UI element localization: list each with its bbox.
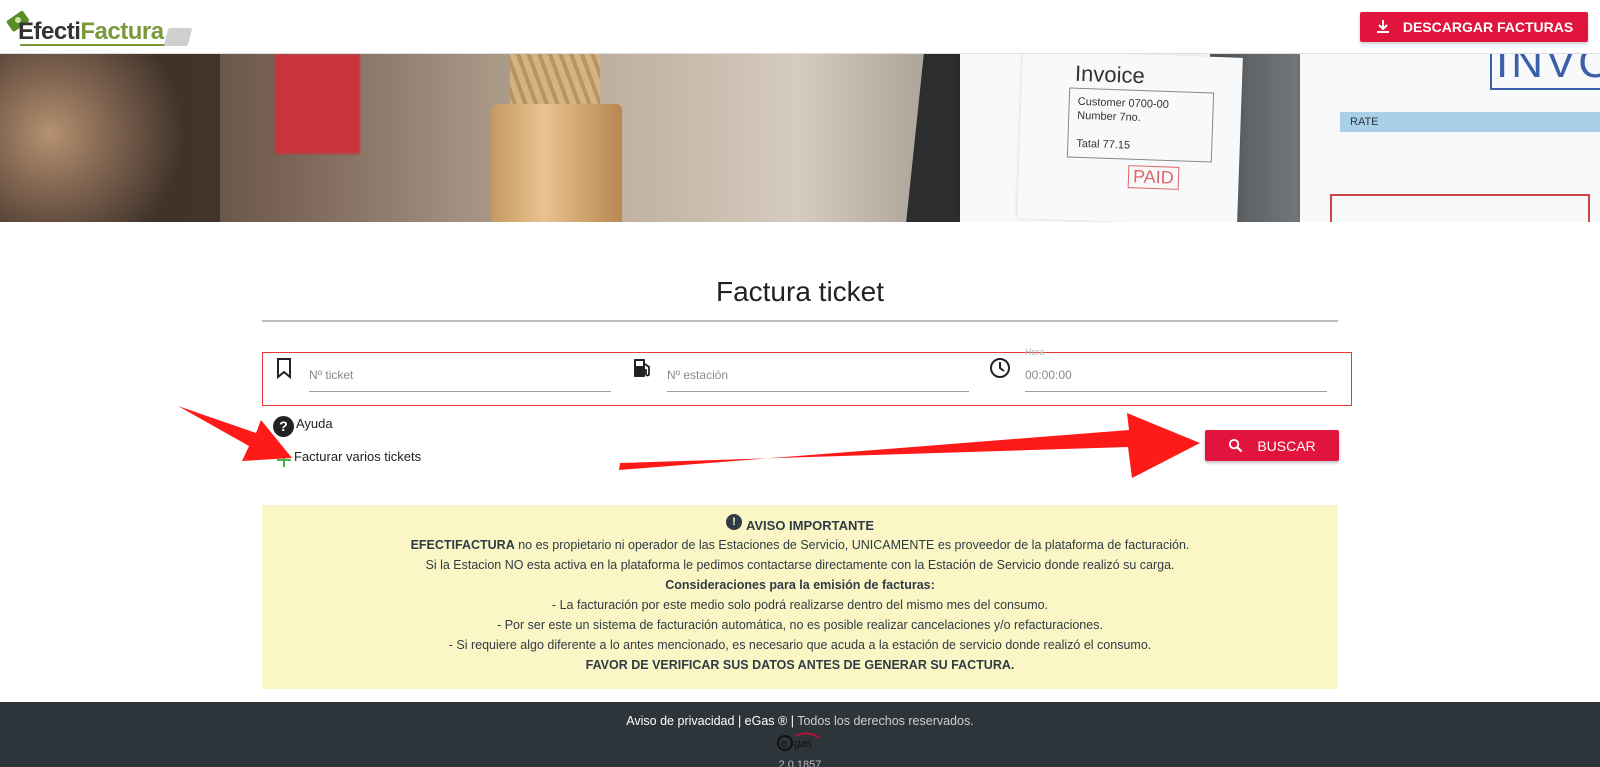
bookmark-icon <box>277 358 291 379</box>
notice-line-1: EFECTIFACTURA no es propietario ni opera… <box>262 535 1338 555</box>
banner-invoice-box: Customer 0700-00 Number 7no. Tatal 77.15 <box>1066 87 1215 163</box>
notice-title: AVISO IMPORTANTE <box>745 517 875 533</box>
help-question-icon: ? <box>273 415 294 437</box>
download-invoices-label: DESCARGAR FACTURAS <box>1402 19 1574 35</box>
ticket-number-input[interactable]: Nº ticket <box>309 368 353 382</box>
search-button-label: BUSCAR <box>1257 437 1316 454</box>
banner-red-object <box>275 54 360 154</box>
notice-final: FAVOR DE VERIFICAR SUS DATOS ANTES DE GE… <box>262 655 1338 675</box>
time-input[interactable]: 00:00:00 <box>1025 368 1072 382</box>
svg-text:gas: gas <box>794 738 812 750</box>
banner-paid-stamp: PAID <box>1127 165 1180 190</box>
multiple-tickets-link[interactable]: Facturar varios tickets <box>276 444 421 468</box>
station-number-underline <box>667 391 969 392</box>
banner-invoice-title: Invoice <box>1074 60 1146 89</box>
help-link[interactable]: ? Ayuda <box>273 412 333 437</box>
notice-subtitle-text: Consideraciones para la emisión de factu… <box>665 578 935 592</box>
ticket-search-form: Nº ticket Nº estación Hora 00:00:00 <box>262 347 1352 407</box>
notice-item-2: - Por ser este un sistema de facturación… <box>497 618 1103 632</box>
search-button[interactable]: BUSCAR <box>1205 430 1339 461</box>
egas-link[interactable]: eGas ® <box>745 714 788 728</box>
title-divider <box>262 320 1338 322</box>
exclamation-icon: ! <box>725 514 742 530</box>
hero-banner-image: Invoice Customer 0700-00 Number 7no. Tat… <box>0 54 1600 222</box>
search-icon <box>1229 438 1243 453</box>
time-field: Hora 00:00:00 <box>979 347 1351 407</box>
notice-brand: EFECTIFACTURA <box>410 538 515 552</box>
banner-pencil-cup <box>492 104 622 222</box>
notice-subtitle: Consideraciones para la emisión de factu… <box>262 575 1338 595</box>
banner-invo-text: INVO <box>1490 54 1600 90</box>
version-text: 2.0.1857 <box>778 759 822 767</box>
time-underline <box>1025 391 1327 392</box>
logo-text-factura: Factura <box>80 18 164 45</box>
ticket-number-underline <box>309 391 611 392</box>
logo-wordmark: EfectiFactura <box>18 18 164 46</box>
station-number-input[interactable]: Nº estación <box>667 368 728 382</box>
notice-final-text: FAVOR DE VERIFICAR SUS DATOS ANTES DE GE… <box>585 658 1015 672</box>
page-title: Factura ticket <box>715 276 885 307</box>
download-invoices-button[interactable]: DESCARGAR FACTURAS <box>1360 12 1588 42</box>
efectifactura-logo[interactable]: EfectiFactura <box>6 8 193 48</box>
notice-item-1: - La facturación por este medio solo pod… <box>551 598 1049 612</box>
notice-line-2: Si la Estacion NO esta activa en la plat… <box>425 558 1175 572</box>
svg-text:e: e <box>781 738 787 750</box>
privacy-link[interactable]: Aviso de privacidad <box>626 714 734 728</box>
notice-item-3: - Si requiere algo diferente a lo antes … <box>448 638 1152 652</box>
notice-title-row: ! AVISO IMPORTANTE <box>262 514 1338 535</box>
gas-station-icon <box>634 359 650 377</box>
rights-text: Todos los derechos reservados. <box>797 714 974 728</box>
footer-separator: | <box>787 714 798 728</box>
station-number-field: Nº estación <box>621 353 979 407</box>
clock-icon <box>990 358 1010 378</box>
download-icon <box>1376 20 1389 33</box>
banner-paid-stamp-2 <box>1330 194 1590 222</box>
footer: Aviso de privacidad | eGas ® | Todos los… <box>0 702 1600 767</box>
logo-underline <box>20 44 170 46</box>
egas-logo: e gas <box>777 732 821 751</box>
top-navbar: EfectiFactura DESCARGAR FACTURAS <box>0 0 1600 54</box>
banner-rate-header: RATE <box>1340 112 1600 132</box>
plus-icon <box>276 452 292 468</box>
logo-scroll-icon <box>163 28 193 46</box>
multiple-tickets-label: Facturar varios tickets <box>294 448 422 464</box>
banner-blur <box>0 54 220 222</box>
logo-text-efecti: Efecti <box>18 18 81 45</box>
time-field-label: Hora <box>1025 347 1045 357</box>
notice-line-1-text: no es propietario ni operador de las Est… <box>514 538 1190 552</box>
footer-links: Aviso de privacidad | eGas ® | Todos los… <box>0 714 1600 728</box>
ticket-number-field: Nº ticket <box>263 353 621 407</box>
annotation-arrow-right <box>619 413 1200 478</box>
important-notice: ! AVISO IMPORTANTE EFECTIFACTURA no es p… <box>262 505 1338 689</box>
footer-separator: | <box>734 714 745 728</box>
help-label: Ayuda <box>296 415 333 431</box>
